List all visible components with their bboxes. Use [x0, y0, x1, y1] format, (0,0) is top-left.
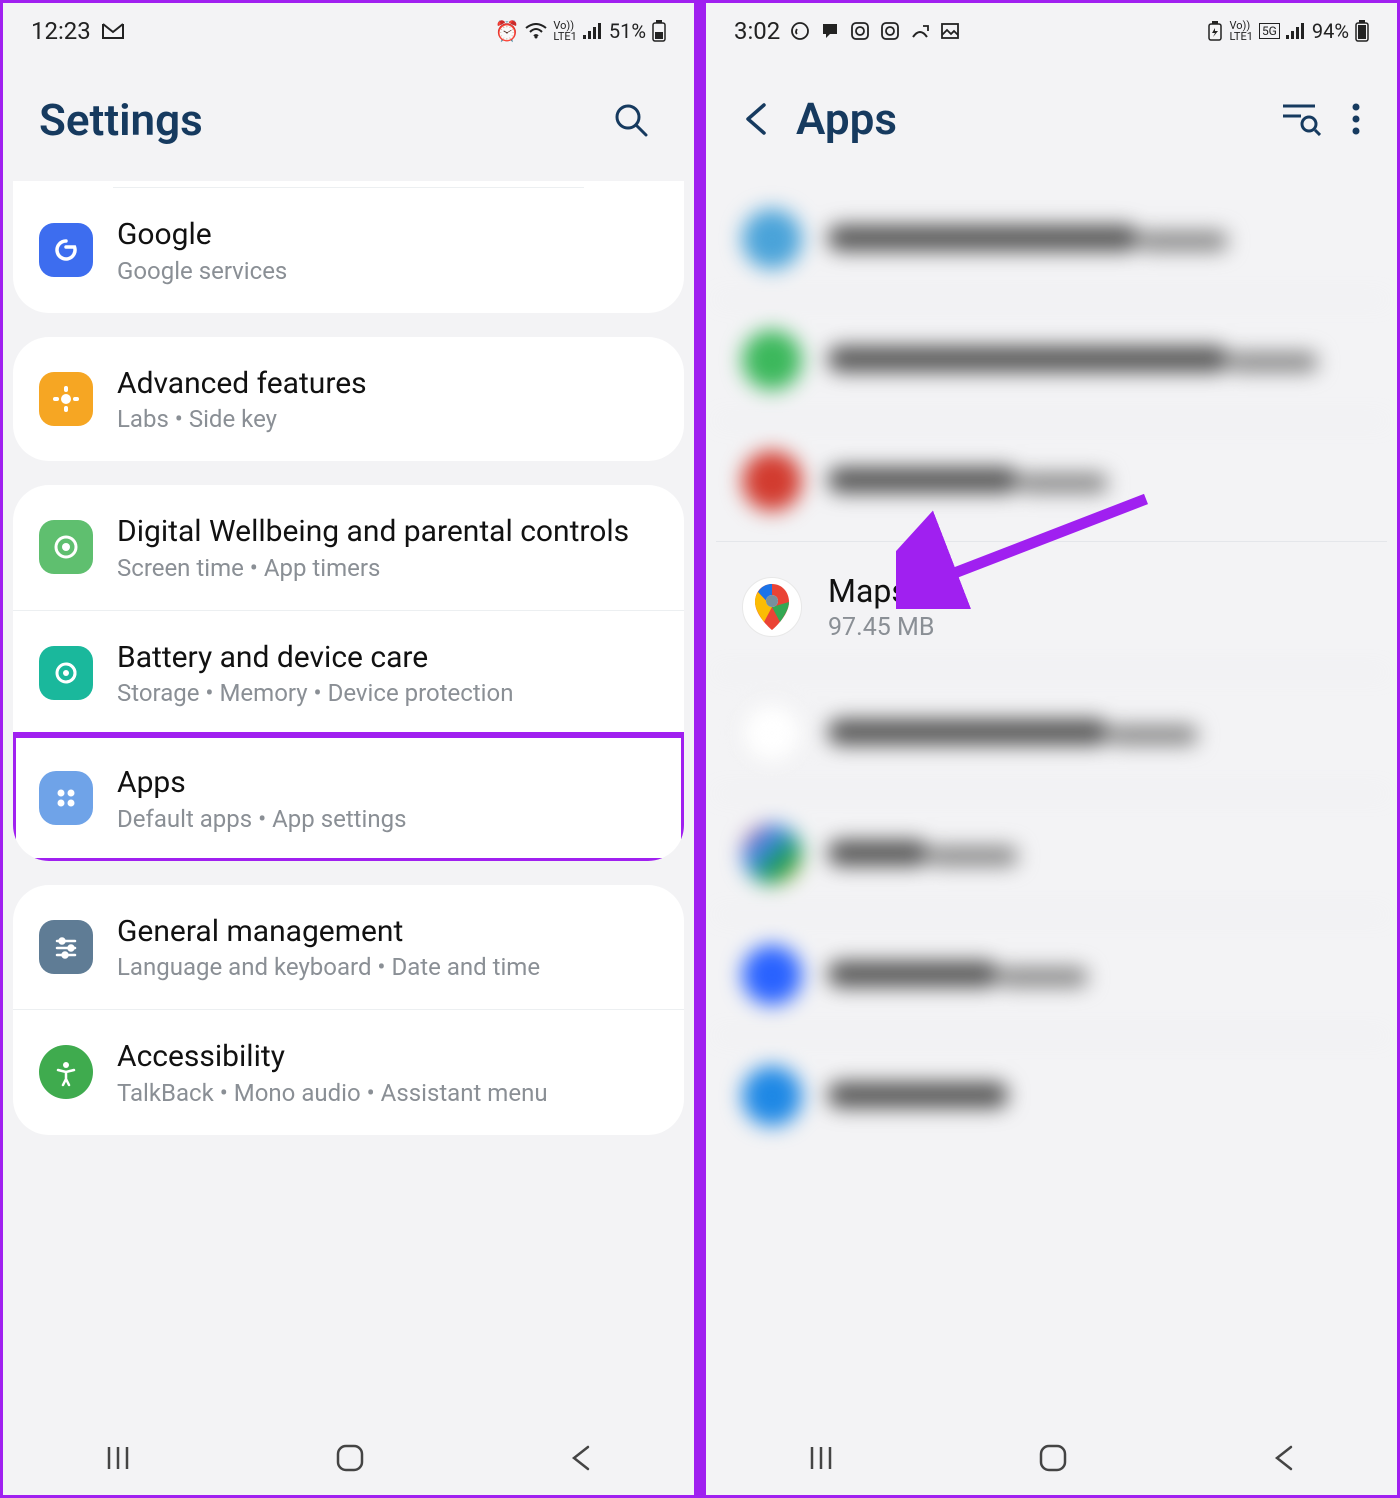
- app-row-blurred[interactable]: [716, 793, 1387, 914]
- row-subtitle: TalkBack • Mono audio • Assistant menu: [117, 1079, 548, 1107]
- signal-icon: [1286, 23, 1306, 39]
- wellbeing-icon: [39, 520, 93, 574]
- battery-icon: [652, 20, 666, 42]
- nav-bar: [3, 1415, 694, 1495]
- gmail-icon: [101, 22, 125, 40]
- row-subtitle: Screen time • App timers: [117, 554, 629, 582]
- maps-icon: [742, 577, 802, 637]
- settings-row-accessibility[interactable]: Accessibility TalkBack • Mono audio • As…: [13, 1009, 684, 1135]
- settings-row-advanced[interactable]: Advanced features Labs • Side key: [13, 337, 684, 462]
- app-row-maps[interactable]: Maps 97.45 MB: [716, 541, 1387, 672]
- app-row-blurred[interactable]: [716, 914, 1387, 1035]
- battery-percent: 94%: [1312, 19, 1349, 43]
- row-title: Digital Wellbeing and parental controls: [117, 513, 629, 551]
- volte-icon: Vo))LTE1: [553, 20, 576, 42]
- status-time: 12:23: [31, 17, 91, 45]
- instagram-icon: [850, 21, 870, 41]
- back-icon[interactable]: [742, 101, 770, 137]
- back-button[interactable]: [568, 1443, 594, 1473]
- recents-button[interactable]: [103, 1443, 133, 1473]
- settings-row-general[interactable]: General management Language and keyboard…: [13, 885, 684, 1010]
- chat-icon: [820, 21, 840, 41]
- apps-icon: [39, 771, 93, 825]
- app-icon: [742, 330, 802, 390]
- more-icon[interactable]: [1351, 102, 1361, 136]
- battery-percent: 51%: [609, 19, 646, 43]
- status-bar: 3:02 Vo))LTE1 5G: [706, 3, 1397, 53]
- card-advanced: Advanced features Labs • Side key: [13, 337, 684, 462]
- row-title: Accessibility: [117, 1038, 548, 1076]
- status-bar: 12:23 ⏰ Vo))LTE1 51%: [3, 3, 694, 53]
- row-title: General management: [117, 913, 540, 951]
- app-row-blurred[interactable]: [716, 299, 1387, 420]
- gear-icon: [39, 372, 93, 426]
- row-title: Battery and device care: [117, 639, 513, 677]
- row-subtitle: Language and keyboard • Date and time: [117, 953, 540, 981]
- search-icon[interactable]: [604, 93, 658, 147]
- settings-row-wellbeing[interactable]: Digital Wellbeing and parental controls …: [13, 485, 684, 610]
- card-device: Digital Wellbeing and parental controls …: [13, 485, 684, 861]
- row-subtitle: Labs • Side key: [117, 405, 367, 433]
- settings-row-battery[interactable]: Battery and device care Storage • Memory…: [13, 610, 684, 736]
- accessibility-icon: [39, 1045, 93, 1099]
- app-icon: [742, 209, 802, 269]
- row-subtitle: Storage • Memory • Device protection: [117, 679, 513, 707]
- missed-call-icon: [910, 21, 930, 41]
- battery-icon: [1355, 20, 1369, 42]
- signal-icon: [583, 23, 603, 39]
- back-button[interactable]: [1271, 1443, 1297, 1473]
- card-google: Google Google services: [13, 181, 684, 313]
- wifi-icon: [525, 23, 547, 39]
- app-size: 97.45 MB: [828, 613, 934, 642]
- five-g-icon: 5G: [1259, 23, 1280, 39]
- app-icon: [742, 945, 802, 1005]
- volte-icon: Vo))LTE1: [1229, 20, 1252, 42]
- google-icon: [39, 223, 93, 277]
- settings-row-google[interactable]: Google Google services: [13, 188, 684, 313]
- app-icon: [742, 451, 802, 511]
- image-icon: [940, 21, 960, 41]
- settings-header: Settings: [3, 53, 694, 181]
- app-icon: [742, 1066, 802, 1126]
- filter-search-icon[interactable]: [1281, 102, 1321, 136]
- row-title: Advanced features: [117, 365, 367, 403]
- battery-care-status-icon: [1207, 21, 1223, 41]
- sliders-icon: [39, 920, 93, 974]
- card-general-accessibility: General management Language and keyboard…: [13, 885, 684, 1135]
- status-time: 3:02: [734, 17, 780, 45]
- apps-header: Apps: [706, 53, 1397, 179]
- app-row-blurred[interactable]: [716, 672, 1387, 793]
- row-subtitle: Default apps • App settings: [117, 805, 406, 833]
- recents-button[interactable]: [806, 1443, 836, 1473]
- nav-bar: [706, 1415, 1397, 1495]
- whatsapp-icon: [790, 21, 810, 41]
- phone-settings: 12:23 ⏰ Vo))LTE1 51% Settings: [0, 0, 700, 1498]
- home-button[interactable]: [333, 1441, 367, 1475]
- row-title: Google: [117, 216, 287, 254]
- page-title: Apps: [796, 93, 897, 145]
- settings-row-apps[interactable]: Apps Default apps • App settings: [13, 735, 684, 861]
- battery-care-icon: [39, 646, 93, 700]
- app-icon: [742, 703, 802, 763]
- app-title: Maps: [828, 572, 934, 610]
- app-row-blurred[interactable]: [716, 1035, 1387, 1156]
- instagram-icon-2: [880, 21, 900, 41]
- alarm-icon: ⏰: [495, 19, 520, 43]
- app-icon: [742, 824, 802, 884]
- app-row-blurred[interactable]: [716, 179, 1387, 299]
- app-row-blurred[interactable]: [716, 420, 1387, 541]
- apps-list[interactable]: Maps 97.45 MB: [706, 179, 1397, 1415]
- home-button[interactable]: [1036, 1441, 1070, 1475]
- row-title: Apps: [117, 764, 406, 802]
- row-subtitle: Google services: [117, 257, 287, 285]
- phone-apps: 3:02 Vo))LTE1 5G: [700, 0, 1400, 1498]
- page-title: Settings: [39, 94, 203, 146]
